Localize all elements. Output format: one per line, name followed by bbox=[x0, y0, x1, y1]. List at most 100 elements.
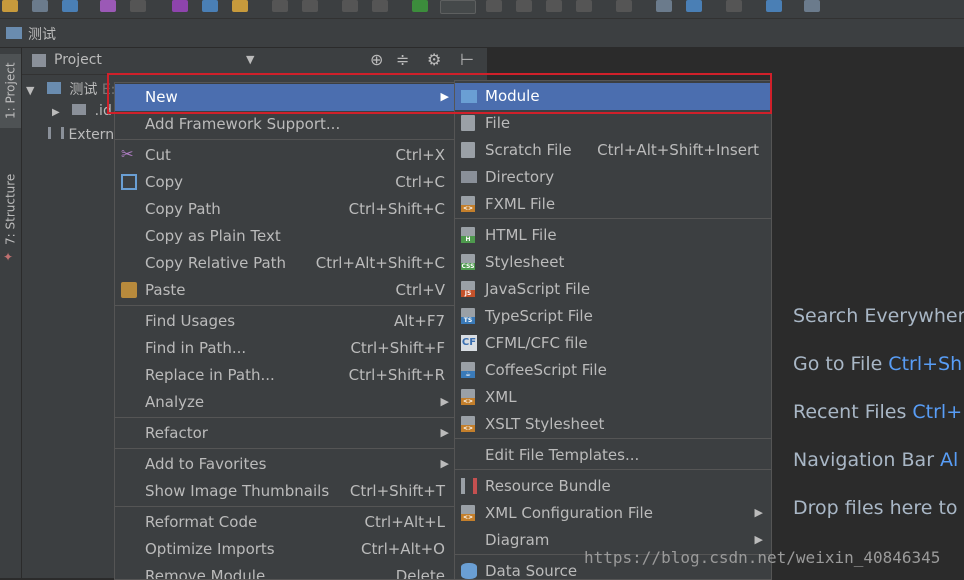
open-folder-icon[interactable] bbox=[2, 0, 18, 12]
sync-icon[interactable] bbox=[62, 0, 78, 12]
resource-bundle-icon bbox=[461, 478, 477, 494]
save-icon[interactable] bbox=[32, 0, 48, 12]
tab-project[interactable]: 1: Project bbox=[0, 54, 21, 128]
copy-icon bbox=[121, 174, 137, 190]
replace-icon[interactable] bbox=[302, 0, 318, 12]
cut-icon[interactable] bbox=[172, 0, 188, 12]
locate-icon[interactable]: ⊕ bbox=[370, 50, 383, 69]
submenu-item-stylesheet[interactable]: CSS Stylesheet bbox=[455, 249, 771, 276]
submenu-item-xml[interactable]: <> XML bbox=[455, 384, 771, 411]
hint-drop-files: Drop files here to bbox=[793, 497, 958, 519]
menu-item-copy[interactable]: Copy Ctrl+C bbox=[115, 169, 457, 196]
menu-item-replace-in-path[interactable]: Replace in Path... Ctrl+Shift+R bbox=[115, 362, 457, 389]
hint-recent-files: Recent Files Ctrl+ bbox=[793, 401, 963, 423]
submenu-arrow-icon: ▶ bbox=[440, 395, 449, 408]
structure-icon: ✦ bbox=[3, 250, 14, 264]
project-structure-icon[interactable] bbox=[616, 0, 632, 12]
run-config-dropdown[interactable] bbox=[440, 0, 476, 14]
menu-item-find-in-path[interactable]: Find in Path... Ctrl+Shift+F bbox=[115, 335, 457, 362]
database-icon bbox=[461, 563, 477, 579]
tree-item-external-libraries[interactable]: Extern bbox=[48, 127, 114, 143]
build-icon[interactable] bbox=[412, 0, 428, 12]
collapsed-arrow-icon[interactable]: ▶ bbox=[52, 107, 60, 118]
submenu-item-file[interactable]: File bbox=[455, 110, 771, 137]
menu-item-add-to-favorites[interactable]: Add to Favorites ▶ bbox=[115, 451, 457, 478]
submenu-item-javascript-file[interactable]: JS JavaScript File bbox=[455, 276, 771, 303]
submenu-item-xml-configuration-file[interactable]: <> XML Configuration File ▶ bbox=[455, 500, 771, 527]
main-toolbar bbox=[0, 0, 964, 19]
submenu-item-coffeescript-file[interactable]: ☕ CoffeeScript File bbox=[455, 357, 771, 384]
typescript-file-icon: TS bbox=[461, 308, 475, 324]
xml-file-icon: <> bbox=[461, 389, 475, 405]
submenu-item-html-file[interactable]: H HTML File bbox=[455, 222, 771, 249]
debug-icon[interactable] bbox=[516, 0, 532, 12]
menu-item-cut[interactable]: ✂ Cut Ctrl+X bbox=[115, 142, 457, 169]
libraries-icon bbox=[48, 127, 64, 139]
menu-item-reformat-code[interactable]: Reformat Code Ctrl+Alt+L bbox=[115, 509, 457, 536]
forward-icon[interactable] bbox=[372, 0, 388, 12]
project-view-icon bbox=[32, 54, 46, 67]
project-panel-title[interactable]: Project bbox=[54, 52, 102, 68]
paste-icon[interactable] bbox=[232, 0, 248, 12]
menu-item-analyze[interactable]: Analyze ▶ bbox=[115, 389, 457, 416]
submenu-item-edit-file-templates[interactable]: Edit File Templates... bbox=[455, 442, 771, 469]
submenu-arrow-icon: ▶ bbox=[754, 533, 763, 546]
menu-item-remove-module[interactable]: Remove Module Delete bbox=[115, 563, 457, 579]
submenu-item-cfml-file[interactable]: CF CFML/CFC file bbox=[455, 330, 771, 357]
menu-item-optimize-imports[interactable]: Optimize Imports Ctrl+Alt+O bbox=[115, 536, 457, 563]
settings-icon[interactable] bbox=[656, 0, 672, 12]
back-icon[interactable] bbox=[342, 0, 358, 12]
copy-icon[interactable] bbox=[202, 0, 218, 12]
project-panel-header: Project ▼ ⊕ ≑ ⚙ ⊢ bbox=[22, 48, 487, 75]
find-icon[interactable] bbox=[272, 0, 288, 12]
vcs-icon[interactable] bbox=[726, 0, 742, 12]
menu-item-refactor[interactable]: Refactor ▶ bbox=[115, 420, 457, 447]
scissors-icon: ✂ bbox=[121, 145, 134, 163]
submenu-arrow-icon: ▶ bbox=[440, 426, 449, 439]
gear-icon[interactable]: ⚙ bbox=[427, 50, 441, 69]
left-tool-strip: 1: Project 7: Structure ✦ bbox=[0, 48, 22, 578]
view-dropdown-icon[interactable]: ▼ bbox=[246, 53, 254, 66]
scratch-file-icon bbox=[461, 142, 475, 158]
redo-icon[interactable] bbox=[130, 0, 146, 12]
menu-item-show-image-thumbnails[interactable]: Show Image Thumbnails Ctrl+Shift+T bbox=[115, 478, 457, 505]
submenu-item-directory[interactable]: Directory bbox=[455, 164, 771, 191]
menu-item-copy-as-plain-text[interactable]: Copy as Plain Text bbox=[115, 223, 457, 250]
html-file-icon: H bbox=[461, 227, 475, 243]
expand-arrow-icon[interactable]: ▼ bbox=[26, 84, 34, 97]
coverage-icon[interactable] bbox=[546, 0, 562, 12]
hint-search-everywhere: Search Everywhere bbox=[793, 305, 964, 327]
menu-item-copy-path[interactable]: Copy Path Ctrl+Shift+C bbox=[115, 196, 457, 223]
sdk-icon[interactable] bbox=[686, 0, 702, 12]
tab-structure[interactable]: 7: Structure bbox=[0, 168, 21, 250]
tree-item-idea[interactable]: ▶ .id bbox=[52, 103, 112, 119]
menu-item-find-usages[interactable]: Find Usages Alt+F7 bbox=[115, 308, 457, 335]
submenu-item-scratch-file[interactable]: Scratch File Ctrl+Alt+Shift+Insert bbox=[455, 137, 771, 164]
menu-item-copy-relative-path[interactable]: Copy Relative Path Ctrl+Alt+Shift+C bbox=[115, 250, 457, 277]
watermark: https://blog.csdn.net/weixin_40846345 bbox=[584, 548, 941, 567]
menu-separator bbox=[455, 469, 771, 470]
module-folder-icon bbox=[46, 82, 61, 94]
submenu-item-xslt-stylesheet[interactable]: <> XSLT Stylesheet bbox=[455, 411, 771, 438]
xml-config-file-icon: <> bbox=[461, 505, 475, 521]
stop-icon[interactable] bbox=[576, 0, 592, 12]
submenu-item-typescript-file[interactable]: TS TypeScript File bbox=[455, 303, 771, 330]
menu-item-add-framework-support[interactable]: Add Framework Support... bbox=[115, 111, 457, 138]
tree-item-label: Extern bbox=[68, 127, 115, 143]
menu-item-paste[interactable]: Paste Ctrl+V bbox=[115, 277, 457, 304]
menu-separator bbox=[115, 417, 457, 418]
undo-icon[interactable] bbox=[100, 0, 116, 12]
submenu-item-resource-bundle[interactable]: Resource Bundle bbox=[455, 473, 771, 500]
folder-icon bbox=[461, 171, 477, 183]
new-submenu: Module File Scratch File Ctrl+Alt+Shift+I… bbox=[454, 80, 772, 580]
breadcrumb-project[interactable]: 测试 bbox=[28, 24, 56, 44]
coffeescript-file-icon: ☕ bbox=[461, 362, 475, 378]
submenu-item-fxml-file[interactable]: <> FXML File bbox=[455, 191, 771, 218]
collapse-all-icon[interactable]: ≑ bbox=[396, 50, 409, 69]
navigation-bar: 测试 bbox=[0, 19, 964, 48]
run-icon[interactable] bbox=[486, 0, 502, 12]
hide-panel-icon[interactable]: ⊢ bbox=[460, 50, 474, 69]
plugin-icon[interactable] bbox=[804, 0, 820, 12]
help-icon[interactable] bbox=[766, 0, 782, 12]
folder-icon bbox=[72, 104, 87, 115]
